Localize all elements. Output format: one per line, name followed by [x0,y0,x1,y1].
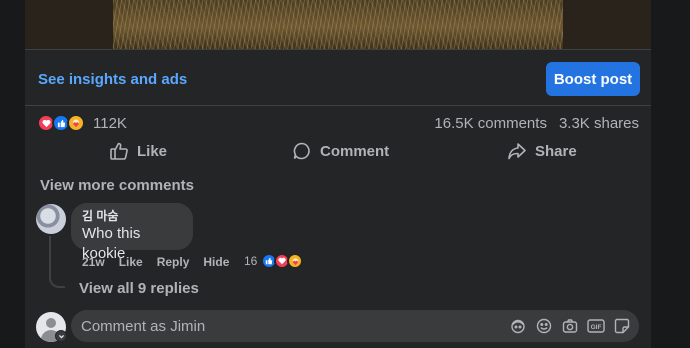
comments-count[interactable]: 16.5K comments [434,115,547,132]
comment-label: Comment [320,142,390,160]
care-icon [287,253,304,269]
comment-time[interactable]: 21w [82,255,105,269]
share-arrow-icon [508,143,526,160]
composer-tools: GIF [509,317,631,335]
comment-bubble-icon [293,142,310,160]
post-stats: 16.5K comments 3.3K shares [434,115,639,132]
comment-button[interactable]: Comment [292,134,389,168]
boost-post-button[interactable]: Boost post [546,62,640,96]
avatar[interactable] [36,204,66,234]
avatar-placeholder-head [46,318,56,328]
share-label: Share [535,142,577,160]
image-backdrop-right [563,0,651,49]
camera-icon[interactable] [561,317,579,335]
reaction-icons[interactable] [37,114,85,132]
comment-bubble[interactable]: 김 마숨 Who this kookie [71,203,193,262]
insights-bar: See insights and ads Boost post [25,49,651,106]
gif-icon[interactable]: GIF [587,317,605,335]
comment-meta: 21w Like Reply Hide [82,255,229,269]
svg-text:GIF: GIF [591,324,602,331]
comment-input[interactable] [81,310,501,342]
avatar-sticker-icon[interactable] [509,317,527,335]
comment-reaction-icons [261,253,304,269]
comment-hide-link[interactable]: Hide [203,255,229,269]
emoji-icon[interactable] [535,317,553,335]
reply-thread-line [49,236,65,288]
reaction-count[interactable]: 112K [93,115,127,132]
comment-composer: GIF [71,310,639,342]
comment-reply-link[interactable]: Reply [157,255,190,269]
care-icon [67,114,85,132]
comment-author[interactable]: 김 마숨 [82,209,182,224]
thumbs-up-icon [110,142,128,160]
shares-count[interactable]: 3.3K shares [559,115,639,132]
chevron-down-icon[interactable] [55,330,67,342]
post-actions: Like Comment Share [25,134,651,168]
view-replies-link[interactable]: View all 9 replies [79,280,199,297]
image-backdrop-left [25,0,113,49]
comment-reaction-count: 16 [244,254,258,268]
post-card: See insights and ads Boost post 112K 16.… [25,0,651,348]
share-button[interactable]: Share [507,134,577,168]
like-label: Like [137,142,168,160]
post-image[interactable] [113,0,563,49]
view-more-comments[interactable]: View more comments [40,177,194,194]
sticker-icon[interactable] [613,317,631,335]
like-button[interactable]: Like [109,134,167,168]
comment-reactions[interactable]: 16 [244,253,304,269]
see-insights-link[interactable]: See insights and ads [38,71,187,88]
comment-like-link[interactable]: Like [119,255,143,269]
